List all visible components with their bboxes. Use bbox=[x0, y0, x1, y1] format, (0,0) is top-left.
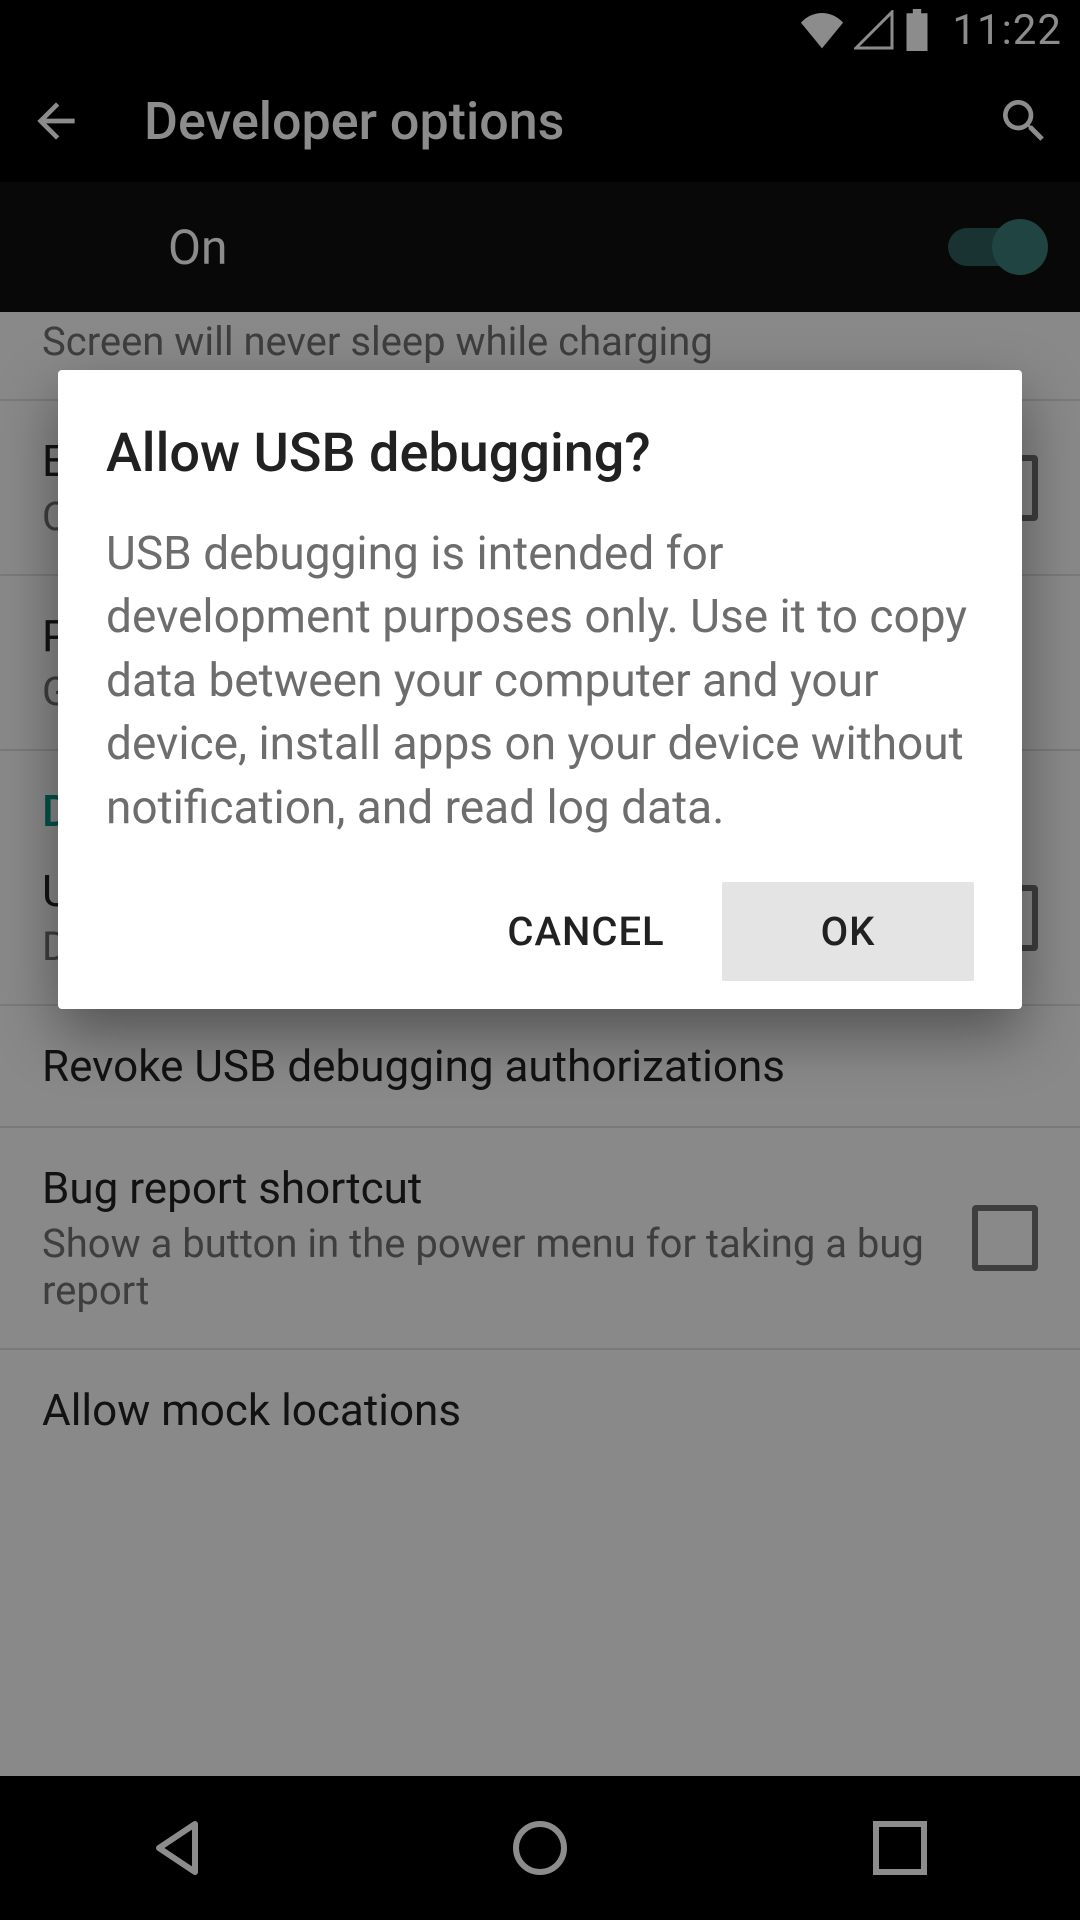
usb-debugging-dialog: Allow USB debugging? USB debugging is in… bbox=[58, 370, 1022, 1009]
dialog-body: USB debugging is intended for developmen… bbox=[106, 523, 974, 840]
ok-button[interactable]: OK bbox=[722, 882, 974, 981]
cancel-button[interactable]: CANCEL bbox=[460, 882, 712, 981]
dialog-title: Allow USB debugging? bbox=[106, 422, 974, 485]
dialog-actions: CANCEL OK bbox=[106, 882, 974, 981]
